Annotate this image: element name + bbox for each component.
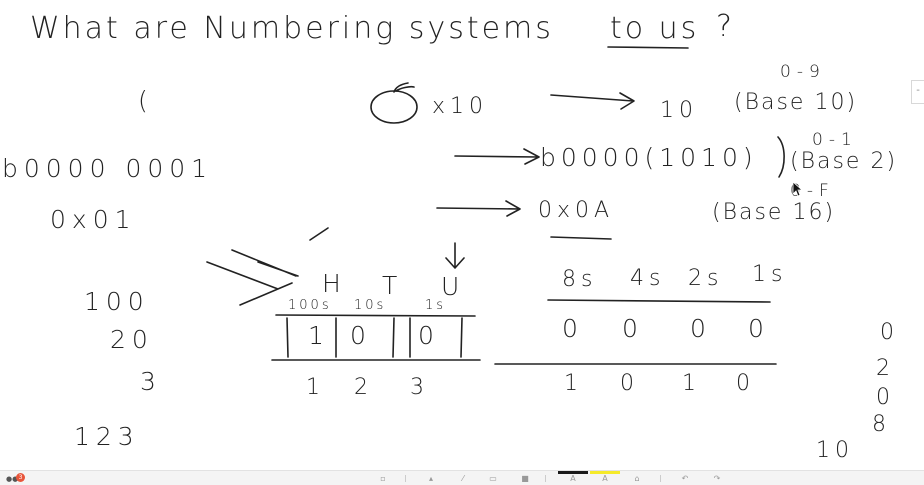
highlighter-tool-icon[interactable]: A	[600, 474, 610, 483]
left-hex-value: 0x01	[50, 205, 137, 234]
place-letter-units: U	[441, 272, 466, 301]
text-tool-icon[interactable]: A	[568, 474, 578, 483]
decimal-table-top	[275, 314, 476, 317]
place-hundreds: 100s	[288, 298, 332, 313]
left-paren: (	[138, 86, 154, 115]
title-underline	[607, 46, 689, 49]
notification-badge[interactable]: 3	[16, 473, 25, 482]
apple-stem	[393, 82, 415, 93]
binary-digit-fours: 0	[622, 314, 644, 343]
place-tens: 10s	[354, 298, 387, 313]
base10-result: 10	[660, 98, 698, 123]
arrow-to-base10	[550, 92, 635, 110]
arrow-to-base2	[454, 148, 540, 165]
ink-stroke	[309, 227, 329, 241]
shape-tool-icon[interactable]: ▭	[488, 474, 498, 483]
sum-right-eights: 0	[880, 320, 899, 345]
sum-left-tens: 20	[110, 325, 154, 354]
side-panel-tab[interactable]: -	[911, 80, 924, 104]
decimal-digit-ones: 0	[418, 321, 440, 350]
big-arrow	[206, 249, 299, 306]
binary-total-fours: 0	[620, 371, 639, 396]
place-letter-tens: T	[382, 271, 404, 300]
place-letter-hundreds: H	[322, 269, 347, 298]
pointer-tool-icon[interactable]: ▴	[426, 474, 436, 483]
decimal-total-hundreds: 1	[306, 375, 325, 400]
left-binary-value: b0000 0001	[2, 154, 214, 183]
base2-label: (Base 2)	[790, 149, 898, 174]
pen-tool-icon[interactable]: ⁄	[458, 474, 468, 483]
place-ones: 1s	[425, 298, 447, 313]
decimal-digit-hundreds: 1	[308, 321, 330, 350]
undo-icon[interactable]: ↶	[680, 474, 690, 483]
decimal-total-tens: 2	[354, 375, 373, 400]
base2-value: b0000(1010)	[540, 143, 758, 172]
hex-underline	[550, 236, 612, 240]
binary-place-fours: 4s	[630, 266, 666, 291]
mouse-cursor-icon	[792, 181, 804, 197]
sum-right-fours: 2	[876, 356, 895, 381]
binary-place-ones: 1s	[752, 262, 788, 287]
binary-total-twos: 1	[682, 371, 701, 396]
binary-total-ones: 0	[736, 371, 755, 396]
apple-drawing	[370, 90, 418, 124]
base16-value: 0x0A	[538, 198, 615, 223]
title-question-mark: ?	[716, 9, 735, 44]
binary-table-top	[547, 299, 771, 303]
sum-left-ones: 3	[140, 367, 162, 396]
arrow-to-base16	[436, 200, 521, 217]
bottom-toolbar: ●● 3 ▫ ▴ ⁄ ▭ ■ A A ⌂ ↶ ↷	[0, 470, 924, 485]
title-lead: What are Numbering systems	[30, 11, 554, 46]
binary-digit-ones: 0	[748, 314, 770, 343]
page-icon[interactable]: ▫	[378, 474, 388, 483]
redo-icon[interactable]: ↷	[712, 474, 722, 483]
sum-left-total: 123	[74, 422, 140, 451]
range-decimal: 0-9	[780, 62, 826, 82]
binary-digit-eights: 0	[562, 314, 584, 343]
binary-place-twos: 2s	[688, 266, 724, 291]
whiteboard-canvas[interactable]: What are Numbering systems to us ? 0-9 0…	[0, 0, 924, 470]
binary-place-eights: 8s	[562, 267, 598, 292]
sum-right-twos: 0	[876, 385, 895, 410]
decimal-total-ones: 3	[410, 375, 429, 400]
binary-paren-close	[777, 136, 785, 178]
decimal-digit-tens: 0	[350, 321, 372, 350]
base10-label: (Base 10)	[734, 90, 858, 115]
apple-times-label: x10	[432, 94, 489, 119]
sum-left-hundreds: 100	[84, 287, 150, 316]
fill-tool-icon[interactable]: ■	[520, 474, 530, 483]
sum-right-ones: 8	[872, 412, 891, 437]
binary-digit-twos: 0	[690, 314, 712, 343]
down-arrow	[445, 242, 465, 269]
range-binary: 0-1	[812, 130, 858, 150]
binary-total-eights: 1	[564, 371, 583, 396]
sum-right-total: 10	[816, 438, 854, 463]
base16-label: (Base 16)	[712, 200, 836, 225]
title-emphasis: to us	[610, 11, 700, 46]
eraser-tool-icon[interactable]: ⌂	[632, 474, 642, 483]
